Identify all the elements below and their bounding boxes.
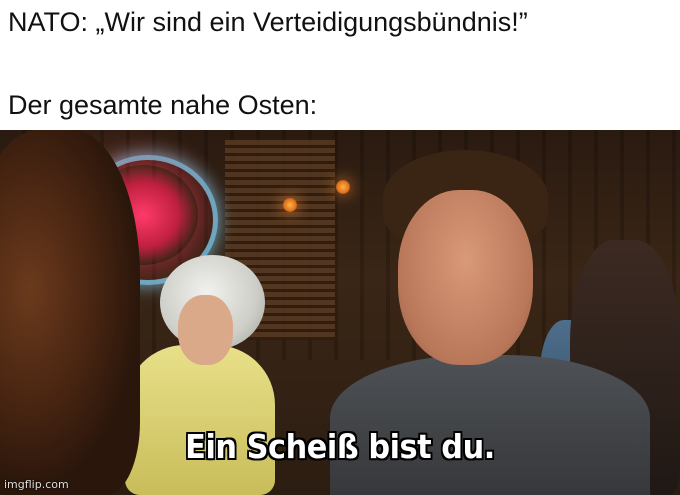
- background-lamp: [283, 198, 297, 212]
- man-body: [330, 355, 650, 495]
- old-woman-body: [125, 345, 275, 495]
- old-woman-face: [178, 295, 233, 365]
- background-lamp: [336, 180, 350, 194]
- top-caption: NATO: „Wir sind ein Verteidigungsbündnis…: [8, 7, 528, 37]
- man-face: [398, 190, 533, 365]
- meme-photo: Ein Scheiß bist du. imgflip.com: [0, 130, 680, 495]
- second-caption: Der gesamte nahe Osten:: [8, 90, 318, 120]
- subtitle-text: Ein Scheiß bist du.: [185, 427, 495, 466]
- watermark: imgflip.com: [4, 478, 69, 491]
